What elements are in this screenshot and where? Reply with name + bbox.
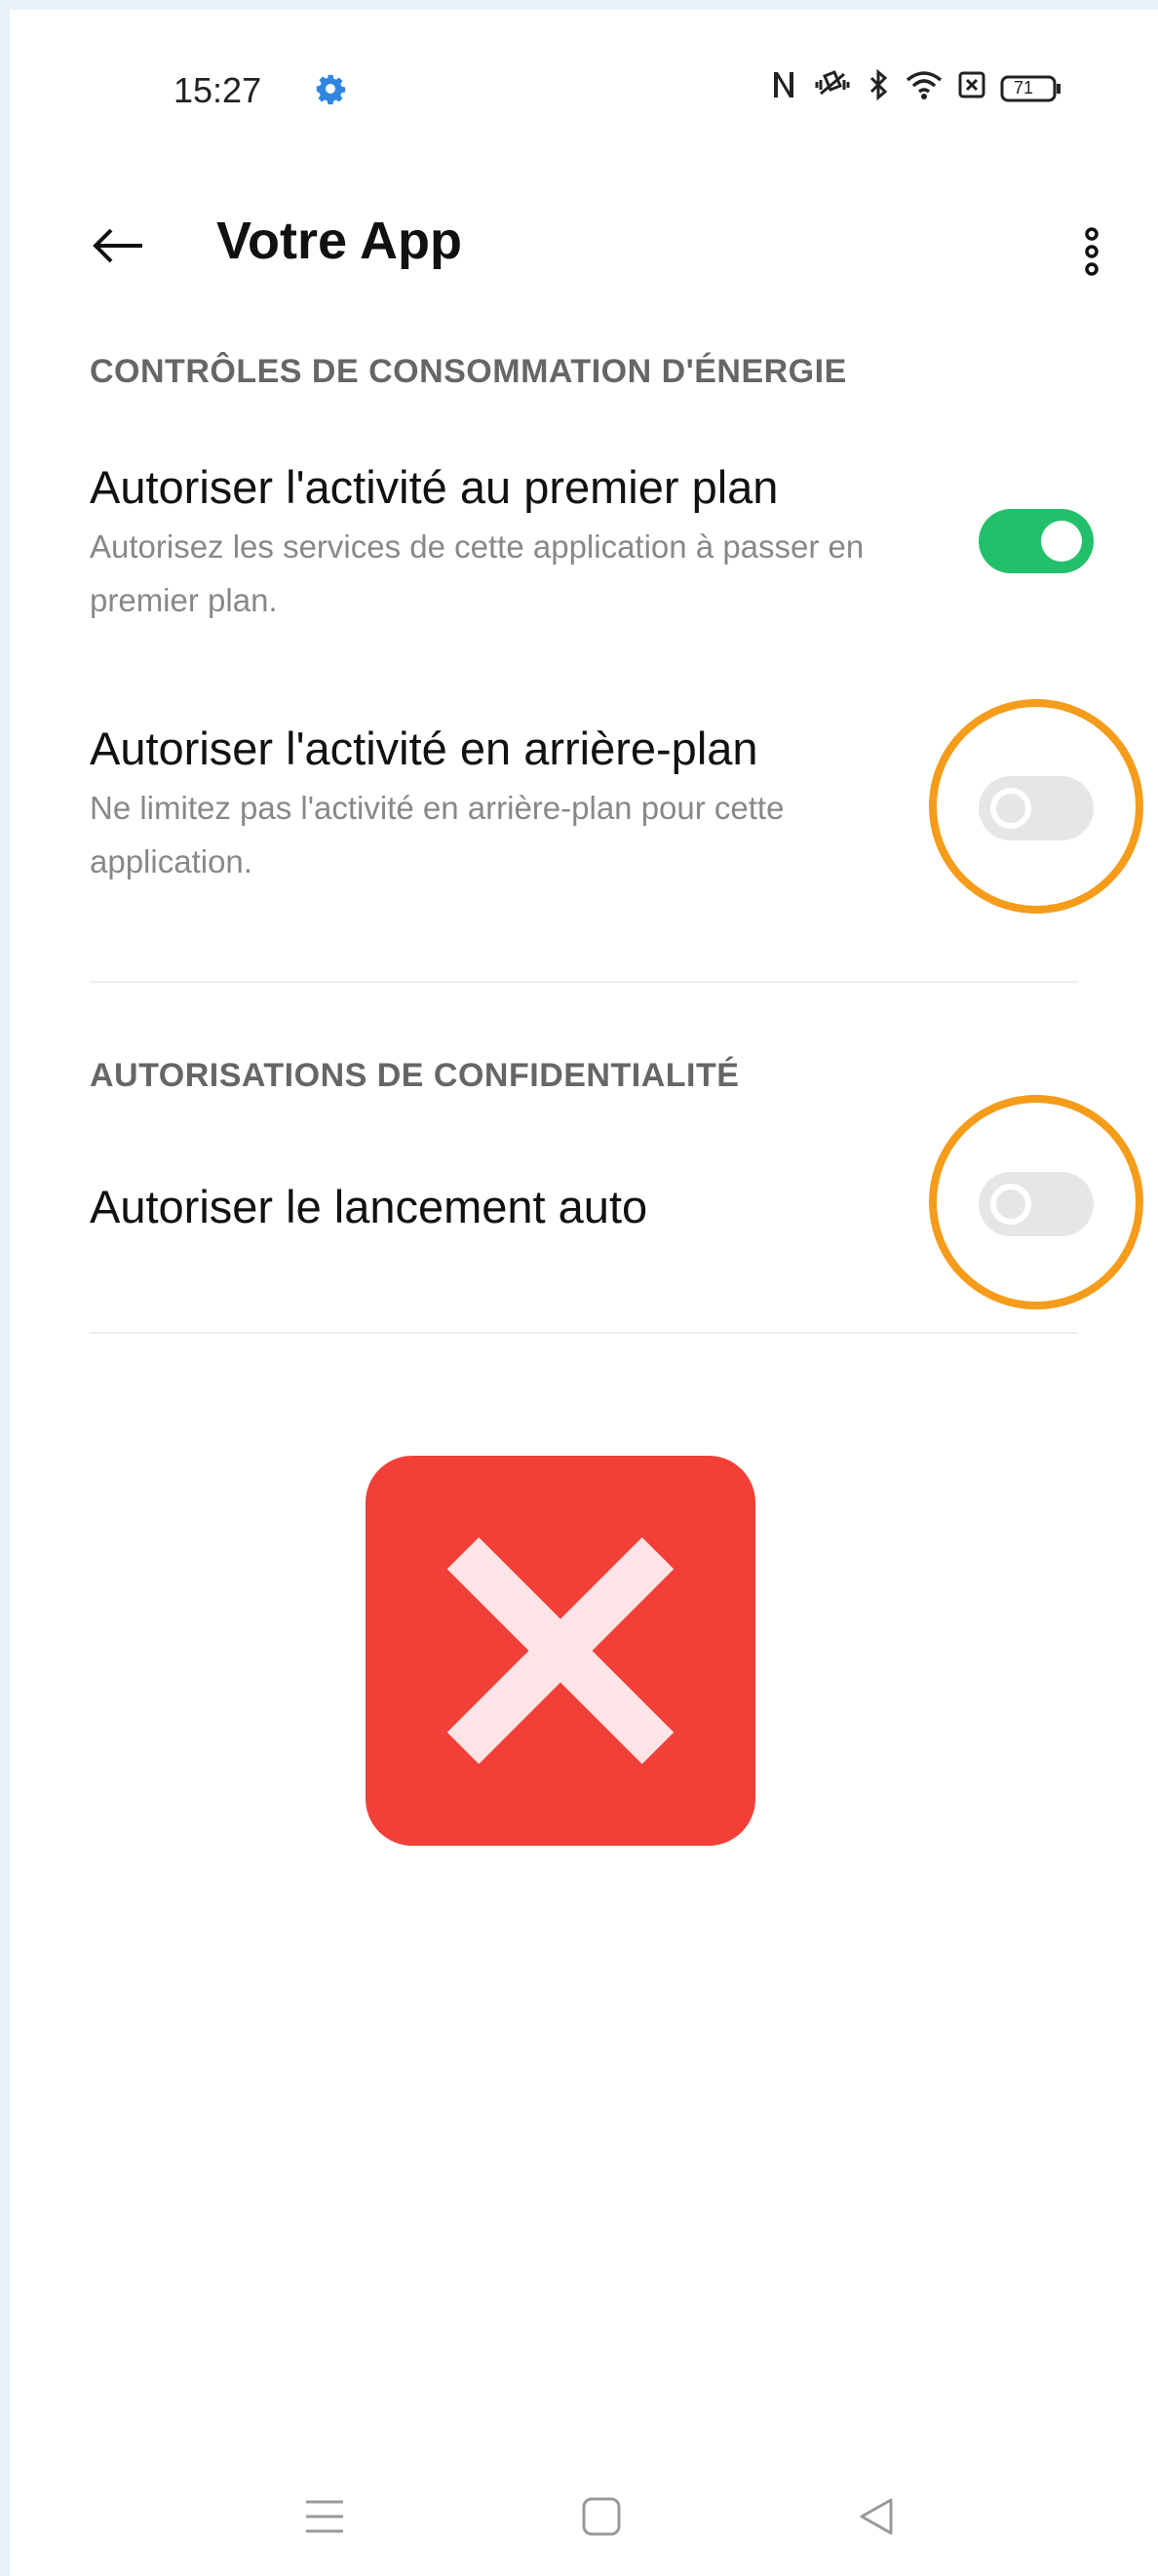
auto-launch-title: Autoriser le lancement auto: [90, 1181, 648, 1232]
highlight-circle: [929, 699, 1143, 914]
bluetooth-icon: [868, 68, 891, 106]
setting-row-foreground: Autoriser l'activité au premier plan Aut…: [90, 460, 889, 627]
setting-description: Autorisez les services de cette applicat…: [90, 528, 865, 618]
divider: [90, 1332, 1078, 1334]
highlight-circle: [929, 1095, 1143, 1309]
page-title: Votre App: [216, 212, 462, 270]
error-x-icon: [366, 1456, 755, 1846]
toggle-knob: [1041, 521, 1082, 562]
settings-gear-icon: [314, 72, 347, 110]
menu-lines-icon[interactable]: [302, 2494, 347, 2544]
section-header-energy: CONTRÔLES DE CONSOMMATION D'ÉNERGIE: [90, 353, 847, 390]
back-triangle-icon[interactable]: [854, 2494, 899, 2544]
battery-level: 71: [1014, 77, 1034, 98]
battery-icon: 71: [1000, 71, 1062, 104]
wifi-icon: [905, 68, 944, 106]
status-time: 15:27: [174, 70, 262, 110]
sim-card-icon: [957, 68, 986, 106]
more-options-icon[interactable]: [1080, 226, 1103, 282]
back-arrow-icon[interactable]: [90, 226, 144, 270]
setting-row-background: Autoriser l'activité en arrière-plan Ne …: [90, 722, 889, 888]
foreground-activity-toggle[interactable]: [979, 509, 1094, 573]
setting-title: Autoriser l'activité au premier plan: [90, 461, 779, 513]
section-header-privacy: AUTORISATIONS DE CONFIDENTIALITÉ: [90, 1057, 740, 1094]
nfc-icon: [770, 68, 797, 106]
divider: [90, 981, 1078, 983]
setting-description: Ne limitez pas l'activité en arrière-pla…: [90, 790, 785, 879]
status-icons: 71: [770, 68, 1062, 106]
screen: 15:27 71 Votre App CONTRÔLES DE CONSOMMA…: [10, 10, 1158, 2576]
vibrate-icon: [811, 68, 854, 106]
setting-title: Autoriser l'activité en arrière-plan: [90, 722, 758, 774]
home-square-icon[interactable]: [579, 2494, 624, 2544]
